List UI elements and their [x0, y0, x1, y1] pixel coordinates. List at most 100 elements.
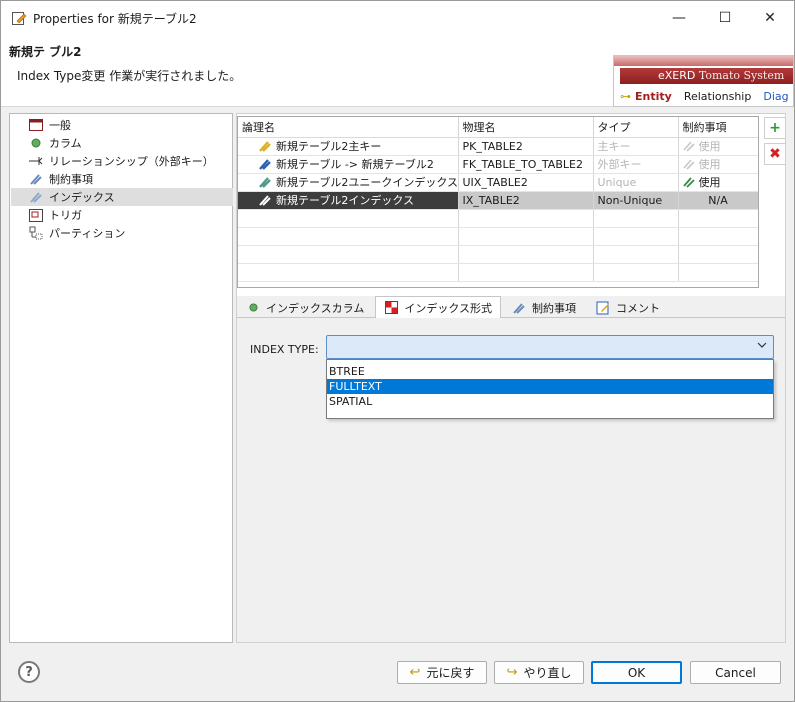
tree-item-label: カラム [49, 137, 82, 150]
tree-item-label: パーティション [49, 227, 126, 240]
tree-item-label: リレーションシップ（外部キー） [49, 155, 214, 168]
cancel-button[interactable]: Cancel [690, 661, 781, 684]
properties-icon [11, 10, 27, 26]
cell-constraint: N/A [678, 191, 758, 210]
header-physical-name[interactable]: 物理名 [458, 117, 594, 138]
exerd-logo: eXERD Tomato System ⊶ Entity Relationshi… [613, 55, 794, 107]
foreign-key-icon [259, 159, 271, 170]
maximize-button[interactable]: ☐ [702, 1, 748, 35]
relationship-icon [29, 154, 43, 168]
constraint-icon [29, 172, 43, 186]
constraint-icon [682, 159, 695, 170]
minimize-button[interactable]: — [656, 1, 702, 35]
tree-item-index[interactable]: インデックス [11, 188, 233, 206]
table-row[interactable]: 新規テーブル2主キー PK_TABLE2 主キー 使用 [238, 137, 758, 156]
trigger-icon [29, 208, 43, 222]
index-panel: 論理名 物理名 タイプ 制約事項 新規テーブル2主キー PK_TABLE2 主キ… [236, 113, 786, 643]
cell-type: Unique [593, 173, 679, 192]
cell-physical: IX_TABLE2 [458, 191, 594, 210]
option-btree[interactable]: BTREE [327, 364, 773, 379]
logo-tab-relationship: Relationship [683, 89, 752, 103]
tree-item-label: 一般 [49, 119, 71, 132]
option-spatial[interactable]: SPATIAL [327, 394, 773, 409]
unique-index-icon [259, 177, 271, 188]
tree-item-column[interactable]: カラム [11, 134, 233, 152]
primary-key-icon [259, 141, 271, 152]
properties-dialog: Properties for 新規テーブル2 — ☐ ✕ 新規テ ブル2 Ind… [0, 0, 795, 702]
redo-button[interactable]: ↪ やり直し [494, 661, 584, 684]
index-table: 論理名 物理名 タイプ 制約事項 新規テーブル2主キー PK_TABLE2 主キ… [237, 116, 759, 288]
detail-tabs: インデックスカラム インデックス形式 制約事項 コメント [237, 296, 785, 318]
cell-text: 使用 [698, 140, 721, 153]
table-header-row: 論理名 物理名 タイプ 制約事項 [238, 117, 758, 138]
index-type-icon [384, 301, 398, 315]
cell-logical: 新規テーブル2主キー [238, 137, 459, 156]
tree-item-label: インデックス [49, 191, 115, 204]
tree-item-general[interactable]: 一般 [11, 116, 233, 134]
category-tree: 一般 カラム リレーションシップ（外部キー） 制約事項 インデックス トリガ パ… [9, 113, 233, 643]
cell-type: 外部キー [593, 155, 679, 174]
table-row[interactable]: 新規テーブル -> 新規テーブル2 FK_TABLE_TO_TABLE2 外部キ… [238, 155, 758, 174]
cell-text: 新規テーブル2主キー [276, 140, 382, 153]
table-row[interactable]: 新規テーブル2ユニークインデックス UIX_TABLE2 Unique 使用 [238, 173, 758, 192]
cell-text: 使用 [698, 176, 721, 189]
key-icon: ⊶ [620, 89, 631, 103]
undo-label: 元に戻す [426, 666, 475, 680]
comment-icon [596, 301, 610, 315]
brand-sub: Tomato System [698, 69, 785, 82]
tab-label: コメント [616, 301, 661, 315]
cell-text: 新規テーブル2インデックス [276, 194, 415, 207]
header-banner: 新規テ ブル2 Index Type変更 作業が実行されました。 eXERD T… [1, 35, 794, 107]
tab-constraints[interactable]: 制約事項 [503, 297, 585, 317]
cell-constraint: 使用 [678, 137, 758, 156]
logo-tabs: ⊶ Entity Relationship Diag [620, 86, 793, 106]
tree-item-trigger[interactable]: トリガ [11, 206, 233, 224]
table-row-empty [238, 245, 758, 264]
tree-item-label: 制約事項 [49, 173, 93, 186]
status-message: Index Type変更 作業が実行されました。 [17, 69, 242, 83]
logo-tab-entity: Entity [635, 89, 672, 103]
column-icon [246, 301, 260, 315]
add-index-button[interactable]: + [764, 117, 786, 139]
index-type-dropdown: BTREE FULLTEXT SPATIAL [326, 359, 774, 419]
tree-item-label: トリガ [49, 209, 82, 222]
tree-item-partition[interactable]: パーティション [11, 224, 233, 242]
index-type-select[interactable] [326, 335, 774, 359]
tree-item-relationship[interactable]: リレーションシップ（外部キー） [11, 152, 233, 170]
option-fulltext[interactable]: FULLTEXT [327, 379, 773, 394]
header-constraint[interactable]: 制約事項 [678, 117, 758, 138]
index-type-label: INDEX TYPE: [250, 343, 319, 356]
cell-logical: 新規テーブル -> 新規テーブル2 [238, 155, 459, 174]
tab-label: インデックスカラム [266, 301, 365, 315]
general-icon [29, 118, 43, 132]
brand-strip: eXERD Tomato System [620, 68, 793, 84]
constraint-icon [682, 141, 695, 152]
tab-index-columns[interactable]: インデックスカラム [237, 297, 373, 317]
header-type[interactable]: タイプ [593, 117, 679, 138]
tab-label: インデックス形式 [404, 301, 493, 315]
brand-name: eXERD [658, 69, 696, 82]
header-logical-name[interactable]: 論理名 [238, 117, 459, 138]
cell-constraint[interactable]: 使用 [678, 173, 758, 192]
index-icon [29, 190, 43, 204]
tab-index-type[interactable]: インデックス形式 [375, 296, 502, 318]
cell-type: Non-Unique [593, 191, 679, 210]
cell-text: 新規テーブル -> 新規テーブル2 [276, 158, 434, 171]
tab-comment[interactable]: コメント [587, 297, 669, 317]
ok-button[interactable]: OK [591, 661, 682, 684]
constraint-icon [682, 177, 695, 188]
tree-item-constraint[interactable]: 制約事項 [11, 170, 233, 188]
close-button[interactable]: ✕ [747, 1, 793, 35]
cell-physical: FK_TABLE_TO_TABLE2 [458, 155, 594, 174]
index-type-page: INDEX TYPE: BTREE FULLTEXT SPATIAL [237, 318, 785, 642]
remove-index-button[interactable]: ✖ [764, 143, 786, 165]
table-row-empty [238, 227, 758, 246]
table-row-selected[interactable]: 新規テーブル2インデックス IX_TABLE2 Non-Unique N/A [238, 191, 758, 210]
table-row-empty [238, 209, 758, 228]
cell-physical: PK_TABLE2 [458, 137, 594, 156]
redo-icon: ↪ [506, 665, 518, 680]
undo-button[interactable]: ↩ 元に戻す [397, 661, 487, 684]
page-title: 新規テ ブル2 [9, 45, 82, 59]
help-button[interactable]: ? [18, 661, 40, 683]
cell-logical: 新規テーブル2インデックス [238, 191, 459, 210]
